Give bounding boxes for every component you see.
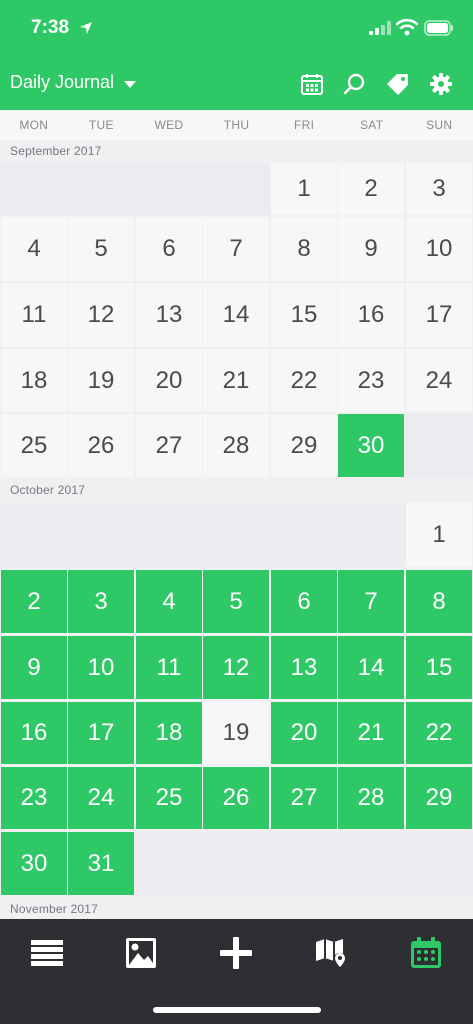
weekday-label: SAT [360, 118, 384, 132]
app-header: 7:38 Daily Journal [0, 0, 473, 110]
day-cell[interactable]: 27 [271, 767, 337, 829]
day-cell[interactable]: 1 [271, 163, 337, 215]
weekday-label: WED [154, 118, 184, 132]
day-cell[interactable]: 13 [136, 283, 202, 347]
weekday-header: MON TUE WED THU FRI SAT SUN [0, 110, 473, 140]
day-cell[interactable]: 17 [406, 283, 472, 347]
chevron-down-icon [124, 80, 137, 88]
calendar-view-icon[interactable] [300, 72, 324, 96]
day-cell[interactable]: 1 [406, 503, 472, 567]
day-cell[interactable]: 29 [406, 767, 472, 829]
day-cell[interactable]: 12 [68, 283, 134, 347]
day-cell[interactable]: 19 [203, 702, 269, 764]
day-cell[interactable]: 7 [338, 570, 404, 633]
day-cell[interactable]: 12 [203, 636, 269, 699]
status-time: 7:38 [31, 17, 70, 38]
day-cell[interactable]: 30 [1, 832, 67, 895]
weekday-label: TUE [88, 118, 114, 132]
day-cell[interactable]: 22 [271, 349, 337, 412]
list-icon[interactable] [30, 936, 64, 970]
day-cell[interactable]: 16 [1, 702, 67, 764]
day-cell[interactable]: 29 [271, 414, 337, 477]
day-cell[interactable]: 10 [406, 217, 472, 281]
home-indicator [153, 1007, 321, 1013]
location-arrow-icon [80, 22, 92, 34]
day-cell[interactable]: 24 [406, 349, 472, 412]
day-cell[interactable]: 13 [271, 636, 337, 699]
photo-icon[interactable] [124, 936, 158, 970]
day-cell[interactable]: 30 [338, 414, 404, 477]
day-cell[interactable]: 3 [406, 163, 472, 215]
day-cell[interactable]: 11 [1, 283, 67, 347]
gear-icon[interactable] [429, 72, 453, 96]
day-cell[interactable]: 21 [203, 349, 269, 412]
day-cell[interactable]: 27 [136, 414, 202, 477]
day-cell[interactable]: 15 [271, 283, 337, 347]
day-cell[interactable]: 2 [1, 570, 67, 633]
day-cell[interactable]: 18 [136, 702, 202, 764]
day-cell[interactable]: 14 [338, 636, 404, 699]
weekday-label: MON [19, 118, 49, 132]
day-cell[interactable]: 23 [338, 349, 404, 412]
day-cell[interactable]: 17 [68, 702, 134, 764]
day-cell[interactable]: 20 [271, 702, 337, 764]
add-icon[interactable] [219, 936, 253, 970]
day-cell[interactable]: 4 [136, 570, 202, 633]
day-cell[interactable]: 8 [271, 217, 337, 281]
day-cell[interactable]: 28 [203, 414, 269, 477]
day-cell[interactable]: 11 [136, 636, 202, 699]
journal-title: Daily Journal [10, 72, 115, 92]
battery-icon [424, 20, 453, 36]
tag-icon[interactable] [386, 72, 410, 96]
day-cell[interactable]: 23 [1, 767, 67, 829]
day-cell[interactable]: 19 [68, 349, 134, 412]
day-cell[interactable]: 5 [203, 570, 269, 633]
day-cell[interactable]: 25 [136, 767, 202, 829]
day-cell[interactable]: 5 [68, 217, 134, 281]
day-cell[interactable]: 28 [338, 767, 404, 829]
day-cell[interactable]: 20 [136, 349, 202, 412]
month-label-november: November 2017 [10, 902, 98, 916]
day-cell[interactable]: 10 [68, 636, 134, 699]
day-cell[interactable]: 24 [68, 767, 134, 829]
weekday-label: THU [223, 118, 250, 132]
day-cell[interactable]: 21 [338, 702, 404, 764]
day-cell[interactable]: 26 [203, 767, 269, 829]
search-icon[interactable] [343, 72, 367, 96]
empty-days [135, 832, 473, 896]
weekday-label: FRI [293, 118, 315, 132]
day-cell[interactable]: 18 [1, 349, 67, 412]
day-cell[interactable]: 6 [136, 217, 202, 281]
day-cell[interactable]: 9 [338, 217, 404, 281]
day-cell[interactable]: 25 [1, 414, 67, 477]
calendar-icon[interactable] [409, 936, 443, 970]
day-cell[interactable]: 14 [203, 283, 269, 347]
day-cell[interactable]: 16 [338, 283, 404, 347]
empty-days [0, 163, 270, 215]
wifi-icon [396, 18, 418, 36]
weekday-label: SUN [426, 118, 453, 132]
day-cell[interactable]: 31 [68, 832, 134, 895]
day-cell[interactable]: 2 [338, 163, 404, 215]
empty-days [0, 503, 406, 567]
signal-icon [369, 21, 391, 35]
day-cell[interactable]: 7 [203, 217, 269, 281]
day-cell[interactable]: 15 [406, 636, 472, 699]
day-cell[interactable]: 6 [271, 570, 337, 633]
day-cell[interactable]: 26 [68, 414, 134, 477]
status-bar: 7:38 [0, 0, 473, 58]
map-icon[interactable] [314, 936, 348, 970]
month-label-october: October 2017 [10, 483, 86, 497]
month-label-september: September 2017 [10, 144, 102, 158]
empty-days [406, 414, 473, 478]
day-cell[interactable]: 3 [68, 570, 134, 633]
day-cell[interactable]: 9 [1, 636, 67, 699]
day-cell[interactable]: 4 [1, 217, 67, 281]
day-cell[interactable]: 22 [406, 702, 472, 764]
journal-selector[interactable]: Daily Journal [10, 72, 137, 93]
day-cell[interactable]: 8 [406, 570, 472, 633]
